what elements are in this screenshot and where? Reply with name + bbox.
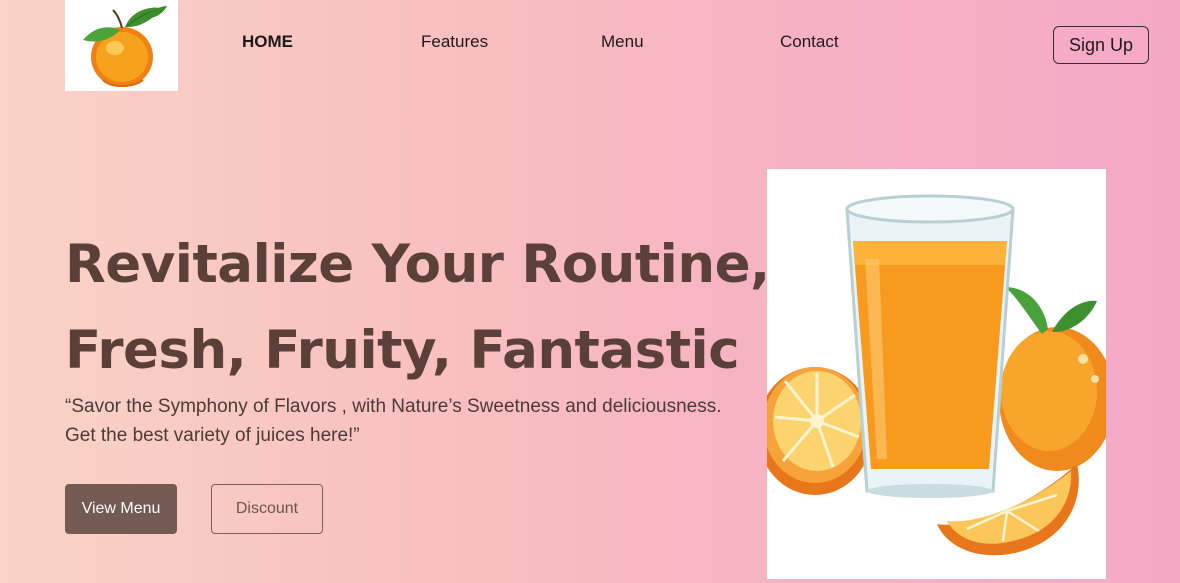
nav-home-link[interactable]: HOME: [242, 32, 293, 52]
whole-orange-icon: [999, 287, 1115, 471]
hero-image: [757, 169, 1115, 579]
discount-button[interactable]: Discount: [211, 484, 323, 534]
hero-title: Revitalize Your Routine, Fresh, Fruity, …: [65, 222, 770, 394]
orange-half-icon: [757, 367, 873, 495]
orange-juice-glass-icon: [757, 194, 1115, 556]
orange-logo-icon: [83, 6, 167, 87]
site-logo[interactable]: [65, 0, 178, 91]
sign-up-button[interactable]: Sign Up: [1053, 26, 1149, 64]
view-menu-button[interactable]: View Menu: [65, 484, 177, 534]
hero-title-line-2: Fresh, Fruity, Fantastic: [65, 320, 740, 381]
nav-features-link[interactable]: Features: [421, 32, 488, 52]
juice-glass-icon: [845, 194, 1015, 498]
hero-subtitle-line-1: “Savor the Symphony of Flavors , with Na…: [65, 396, 722, 417]
hero-title-line-1: Revitalize Your Routine,: [65, 234, 770, 295]
nav-contact-link[interactable]: Contact: [780, 32, 839, 52]
hero-subtitle: “Savor the Symphony of Flavors , with Na…: [65, 392, 755, 450]
nav-menu-link[interactable]: Menu: [601, 32, 644, 52]
hero-subtitle-line-2: Get the best variety of juices here!”: [65, 425, 360, 446]
